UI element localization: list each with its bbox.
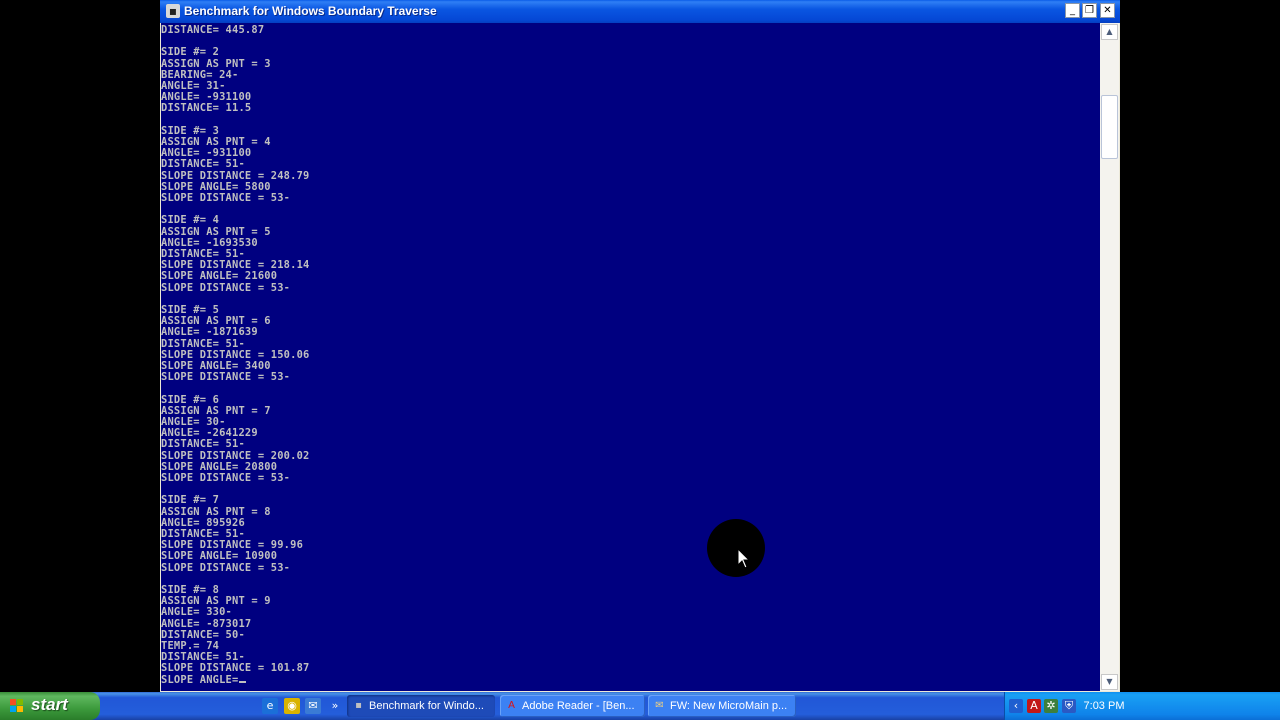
- taskbar-button-label: Benchmark for Windo...: [369, 700, 484, 712]
- console-line: SLOPE DISTANCE = 53-: [161, 371, 291, 384]
- scroll-down-button[interactable]: ▼: [1101, 674, 1118, 690]
- task-app-icon: A: [508, 700, 515, 711]
- taskbar-button[interactable]: ▪ Benchmark for Windo...: [347, 695, 495, 717]
- taskbar-button-label: FW: New MicroMain p...: [670, 700, 788, 712]
- taskbar-button[interactable]: ✉ FW: New MicroMain p...: [648, 695, 796, 717]
- text-cursor: [239, 680, 247, 683]
- console-line: SIDE #= 2: [161, 46, 220, 59]
- scroll-thumb[interactable]: [1101, 95, 1118, 159]
- quick-launch-expand-icon[interactable]: »: [327, 698, 343, 714]
- console-line: SLOPE DISTANCE = 53-: [161, 192, 291, 204]
- console-line: ANGLE= 330-: [161, 606, 233, 619]
- close-button[interactable]: ✕: [1100, 3, 1115, 18]
- tray-security-icon[interactable]: ⛨: [1062, 699, 1076, 713]
- console-line: SLOPE DISTANCE = 53-: [161, 472, 291, 484]
- tray-network-icon[interactable]: ✲: [1044, 699, 1058, 713]
- outlook-icon[interactable]: ✉: [305, 698, 321, 714]
- console-line: SLOPE DISTANCE = 101.87: [161, 662, 310, 675]
- console-line: DISTANCE= 51-: [161, 158, 245, 171]
- mouse-pointer-icon: [737, 548, 751, 569]
- console-line: DISTANCE= 11.5: [161, 102, 252, 115]
- console-output[interactable]: DISTANCE= 445.87 SIDE #= 2 ASSIGN AS PNT =…: [161, 23, 1100, 691]
- console-line: ANGLE= -1871639: [161, 326, 258, 339]
- console-line: SIDE #= 4: [161, 214, 220, 227]
- task-app-icon: ▪: [355, 700, 362, 711]
- console-window: ▪ Benchmark for Windows Boundary Travers…: [160, 0, 1120, 692]
- task-app-icon: ✉: [655, 700, 664, 711]
- console-line: DISTANCE= 445.87: [161, 24, 265, 36]
- taskbar: start e ◉ ✉ » ▪ Benchmark for Windo... A Adobe…: [0, 692, 1280, 720]
- tray-adobe-icon[interactable]: A: [1027, 699, 1041, 713]
- console-line: SLOPE ANGLE= 10900: [161, 550, 278, 563]
- ie-icon[interactable]: e: [262, 698, 278, 714]
- title-bar[interactable]: ▪ Benchmark for Windows Boundary Travers…: [160, 0, 1120, 23]
- vertical-scrollbar[interactable]: ▲ ▼: [1100, 23, 1119, 691]
- console-line: SIDE #= 7: [161, 494, 220, 507]
- console-line: SLOPE DISTANCE = 53-: [161, 561, 291, 574]
- maximize-button[interactable]: ❐: [1082, 3, 1097, 18]
- taskbar-button-label: Adobe Reader - [Ben...: [522, 700, 635, 712]
- window-title: Benchmark for Windows Boundary Traverse: [184, 4, 437, 18]
- console-line: SLOPE ANGLE= 21600: [161, 270, 278, 283]
- cursor-highlight: [707, 519, 765, 577]
- minimize-button[interactable]: _: [1065, 3, 1080, 18]
- start-button[interactable]: start: [0, 692, 100, 720]
- console-app-icon[interactable]: ▪: [166, 4, 180, 18]
- scroll-up-button[interactable]: ▲: [1101, 24, 1118, 40]
- start-label: start: [31, 695, 68, 714]
- windows-logo-icon: [10, 699, 23, 712]
- console-line: DISTANCE= 51-: [161, 438, 245, 451]
- console-line: SLOPE ANGLE=: [161, 674, 247, 686]
- taskbar-button[interactable]: A Adobe Reader - [Ben...: [500, 695, 645, 717]
- console-line: SLOPE DISTANCE = 53-: [161, 281, 291, 294]
- clock[interactable]: 7:03 PM: [1080, 692, 1128, 720]
- media-icon[interactable]: ◉: [284, 698, 300, 714]
- tray-arrow-icon[interactable]: ‹: [1009, 699, 1023, 713]
